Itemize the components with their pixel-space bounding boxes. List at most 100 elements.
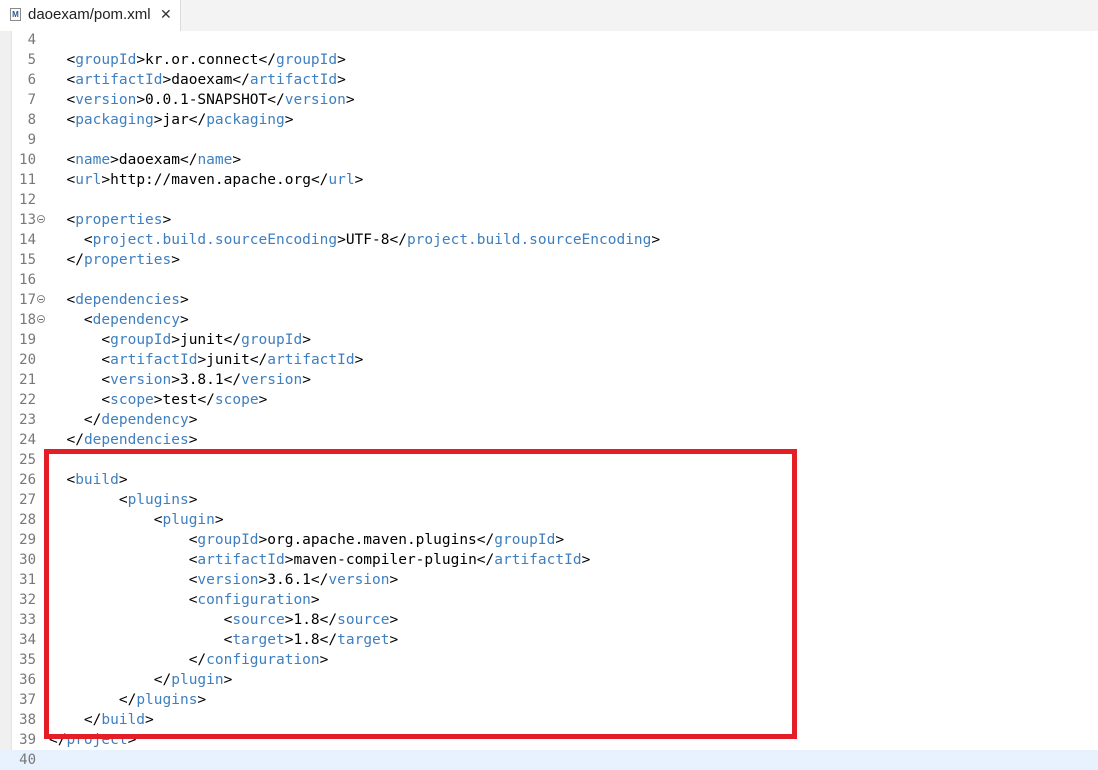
- xml-bracket: >: [302, 372, 311, 388]
- code-line[interactable]: 6 <artifactId>daoexam</artifactId>: [0, 70, 1098, 90]
- code-line[interactable]: 11 <url>http://maven.apache.org</url>: [0, 170, 1098, 190]
- xml-bracket: >: [171, 252, 180, 268]
- xml-bracket: >: [110, 152, 119, 168]
- code-line[interactable]: 20 <artifactId>junit</artifactId>: [0, 350, 1098, 370]
- code-text: <packaging>jar</packaging>: [49, 110, 293, 130]
- xml-tag-name: groupId: [241, 332, 303, 348]
- tab-pom-xml[interactable]: M daoexam/pom.xml ✕: [0, 0, 181, 31]
- xml-bracket: >: [345, 92, 355, 108]
- line-number: 6: [27, 72, 36, 88]
- code-text: <groupId>junit</groupId>: [49, 330, 311, 350]
- xml-tag-name: artifactId: [110, 352, 198, 368]
- code-line[interactable]: 8 <packaging>jar</packaging>: [0, 110, 1098, 130]
- xml-text: 0.0.1-SNAPSHOT: [145, 92, 268, 108]
- xml-tag-name: groupId: [75, 52, 137, 68]
- xml-bracket: </: [223, 372, 242, 388]
- line-number: 7: [27, 92, 36, 108]
- line-number: 37: [19, 692, 36, 708]
- xml-bracket: <: [66, 212, 76, 228]
- xml-tag-name: packaging: [75, 112, 154, 128]
- fold-collapse-icon[interactable]: [37, 215, 45, 223]
- code-line[interactable]: 12: [0, 190, 1098, 210]
- line-number: 18: [19, 312, 36, 328]
- code-line[interactable]: 16: [0, 270, 1098, 290]
- xml-bracket: >: [171, 332, 180, 348]
- xml-tag-name: version: [110, 372, 172, 388]
- code-text: <properties>: [49, 210, 171, 230]
- code-line[interactable]: 22 <scope>test</scope>: [0, 390, 1098, 410]
- code-line[interactable]: 13 <properties>: [0, 210, 1098, 230]
- line-number: 29: [19, 532, 36, 548]
- code-text: <project.build.sourceEncoding>UTF-8</pro…: [49, 230, 660, 250]
- code-line[interactable]: 21 <version>3.8.1</version>: [0, 370, 1098, 390]
- close-icon[interactable]: ✕: [160, 5, 172, 23]
- code-line[interactable]: 17 <dependencies>: [0, 290, 1098, 310]
- code-line[interactable]: 9: [0, 130, 1098, 150]
- xml-bracket: >: [302, 332, 311, 348]
- xml-bracket: <: [66, 152, 76, 168]
- xml-bracket: >: [162, 212, 172, 228]
- line-number: 19: [19, 332, 36, 348]
- code-line[interactable]: 23 </dependency>: [0, 410, 1098, 430]
- xml-bracket: >: [354, 352, 364, 368]
- code-line[interactable]: 5 <groupId>kr.or.connect</groupId>: [0, 50, 1098, 70]
- line-number: 36: [19, 672, 36, 688]
- line-number: 39: [19, 732, 36, 748]
- xml-bracket: >: [162, 72, 172, 88]
- xml-tag-name: dependency: [101, 412, 189, 428]
- line-number: 30: [19, 552, 36, 568]
- xml-bracket: >: [153, 112, 163, 128]
- fold-collapse-icon[interactable]: [37, 295, 45, 303]
- code-line[interactable]: 18 <dependency>: [0, 310, 1098, 330]
- xml-tag-name: dependencies: [83, 432, 189, 448]
- code-line[interactable]: 40: [0, 750, 1098, 770]
- code-text: <name>daoexam</name>: [49, 150, 241, 170]
- code-line[interactable]: 24 </dependencies>: [0, 430, 1098, 450]
- line-number: 4: [27, 32, 36, 48]
- xml-bracket: <: [101, 352, 111, 368]
- xml-bracket: </: [232, 72, 250, 88]
- code-line[interactable]: 4: [0, 30, 1098, 50]
- xml-bracket: >: [136, 92, 146, 108]
- xml-bracket: </: [223, 332, 242, 348]
- xml-bracket: >: [651, 232, 661, 248]
- code-text: <scope>test</scope>: [49, 390, 267, 410]
- code-line[interactable]: 7 <version>0.0.1-SNAPSHOT</version>: [0, 90, 1098, 110]
- code-line[interactable]: 15 </properties>: [0, 250, 1098, 270]
- line-number: 38: [19, 712, 36, 728]
- xml-text: jar: [162, 112, 189, 128]
- xml-tag-name: artifactId: [249, 72, 338, 88]
- xml-tag-name: groupId: [110, 332, 172, 348]
- code-text: <version>3.8.1</version>: [49, 370, 311, 390]
- line-number: 9: [27, 132, 36, 148]
- xml-tag-name: project.build.sourceEncoding: [406, 232, 652, 248]
- code-line[interactable]: 19 <groupId>junit</groupId>: [0, 330, 1098, 350]
- xml-bracket: >: [171, 372, 180, 388]
- xml-tag-name: version: [284, 92, 346, 108]
- code-text: <dependencies>: [49, 290, 188, 310]
- xml-bracket: >: [188, 412, 198, 428]
- line-number: 31: [19, 572, 36, 588]
- xml-tag-name: project.build.sourceEncoding: [92, 232, 338, 248]
- code-line[interactable]: 14 <project.build.sourceEncoding>UTF-8</…: [0, 230, 1098, 250]
- xml-text: junit: [206, 352, 250, 368]
- code-line[interactable]: 10 <name>daoexam</name>: [0, 150, 1098, 170]
- xml-text: junit: [179, 332, 224, 348]
- line-number: 33: [19, 612, 36, 628]
- xml-bracket: >: [258, 392, 268, 408]
- xml-bracket: </: [66, 432, 84, 448]
- xml-bracket: <: [83, 312, 93, 328]
- code-text: </dependency>: [49, 410, 198, 430]
- xml-tag-name: packaging: [206, 112, 285, 128]
- fold-collapse-icon[interactable]: [37, 315, 45, 323]
- xml-tag-name: scope: [214, 392, 259, 408]
- xml-bracket: >: [101, 172, 111, 188]
- code-text: </properties>: [49, 250, 180, 270]
